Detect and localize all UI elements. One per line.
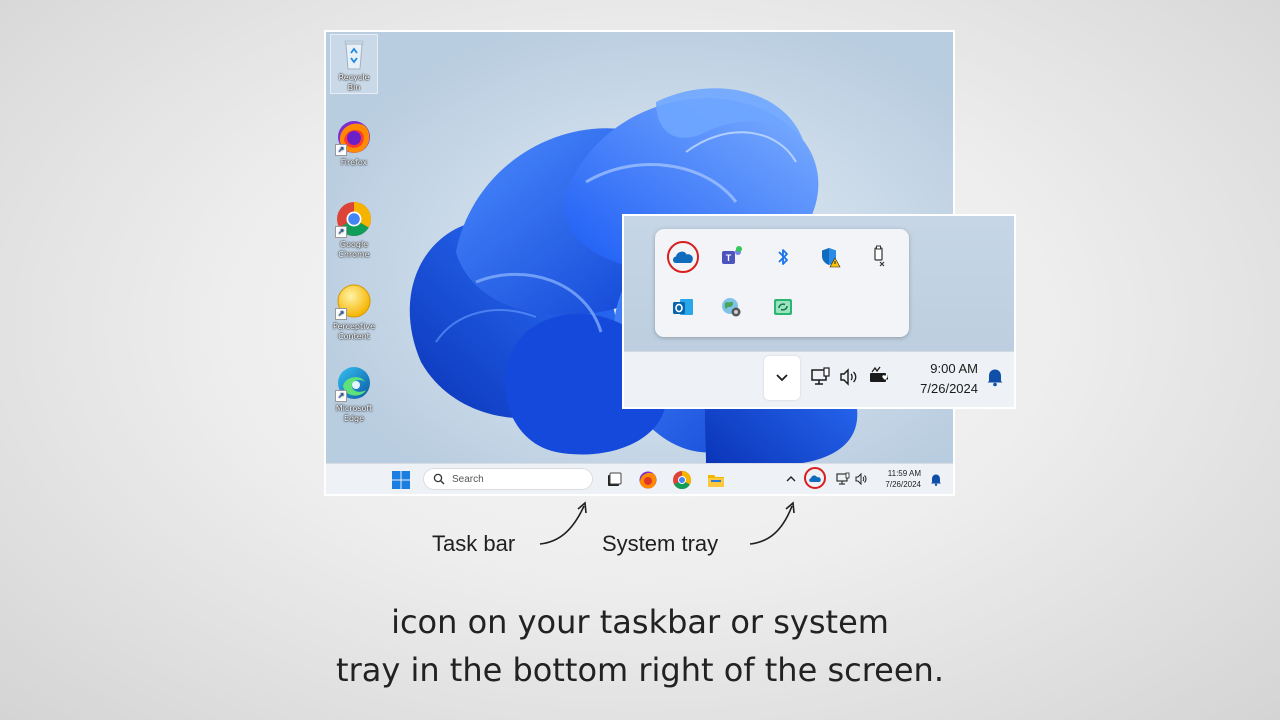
taskbar: Search 11:59 AM 7/26/2024 (326, 463, 953, 494)
notification-bell-icon[interactable] (986, 367, 1004, 387)
sync-icon[interactable] (771, 295, 795, 319)
taskbar-annotation-label: Task bar (432, 531, 516, 556)
desktop-icon-label: Microsoft Edge (335, 404, 373, 423)
volume-icon[interactable] (838, 367, 860, 387)
chrome-taskbar-icon[interactable] (672, 470, 692, 490)
taskbar-time: 11:59 AM (887, 469, 921, 478)
recycle-bin-icon (344, 40, 364, 70)
chevron-up-icon[interactable] (785, 473, 797, 485)
file-explorer-icon[interactable] (706, 470, 726, 490)
taskbar-search-input[interactable]: Search (423, 468, 593, 490)
teams-icon[interactable]: T (719, 245, 743, 269)
desktop-icon-recycle-bin[interactable]: Recycle Bin (330, 34, 378, 94)
bluetooth-icon[interactable] (771, 245, 795, 269)
subtitle-caption: icon on your taskbar or system tray in t… (0, 598, 1280, 694)
chevron-down-icon (776, 374, 788, 382)
desktop-icon-perceptive-content[interactable]: ↗ Perceptive Content (330, 282, 378, 342)
desktop-icon-label: Google Chrome (338, 240, 370, 259)
shortcut-arrow-icon: ↗ (335, 390, 347, 402)
outlook-icon[interactable] (671, 295, 695, 319)
notification-bell-icon[interactable] (930, 473, 942, 486)
taskbar-date: 7/26/2024 (885, 480, 921, 489)
taskbar-annotation-arrow-icon (539, 501, 587, 545)
network-icon[interactable] (810, 366, 832, 388)
tray-zoom-inset: T 9:00 AM 7/26/2024 (622, 214, 1016, 409)
caption-line-2: tray in the bottom right of the screen. (336, 651, 944, 689)
usb-eject-icon[interactable] (867, 245, 891, 269)
inset-date: 7/26/2024 (920, 381, 978, 396)
inset-time: 9:00 AM (930, 361, 978, 376)
svg-text:T: T (726, 253, 732, 263)
inset-clock[interactable]: 9:00 AM 7/26/2024 (920, 359, 978, 399)
hidden-icons-flyout: T (655, 229, 909, 337)
vpn-globe-icon[interactable] (719, 295, 743, 319)
taskbar-clock[interactable]: 11:59 AM 7/26/2024 (885, 468, 921, 490)
shortcut-arrow-icon: ↗ (335, 144, 347, 156)
search-icon (433, 473, 445, 485)
shortcut-arrow-icon: ↗ (335, 308, 347, 320)
caption-line-1: icon on your taskbar or system (391, 603, 889, 641)
inset-taskbar: 9:00 AM 7/26/2024 (624, 351, 1014, 407)
onedrive-cloud-icon[interactable] (808, 473, 822, 483)
firefox-taskbar-icon[interactable] (638, 470, 658, 490)
task-view-icon[interactable] (604, 470, 624, 490)
show-hidden-icons-button[interactable] (764, 356, 800, 400)
desktop-icon-label: Perceptive Content (333, 322, 375, 341)
system-tray-annotation-label: System tray (602, 531, 719, 556)
battery-power-icon[interactable] (868, 365, 892, 387)
volume-icon[interactable] (854, 472, 868, 486)
windows-start-icon[interactable] (392, 471, 410, 489)
desktop-icon-microsoft-edge[interactable]: ↗ Microsoft Edge (330, 364, 378, 424)
onedrive-cloud-icon[interactable] (671, 245, 695, 269)
windows-security-warning-icon[interactable] (819, 245, 843, 269)
desktop-icon-label: Recycle Bin (338, 73, 370, 92)
shortcut-arrow-icon: ↗ (335, 226, 347, 238)
search-placeholder: Search (452, 474, 484, 485)
desktop-icon-google-chrome[interactable]: ↗ Google Chrome (330, 200, 378, 260)
desktop-icon-label: Firefox (340, 158, 368, 167)
network-icon[interactable] (836, 472, 850, 486)
desktop-icon-firefox[interactable]: ↗ Firefox (330, 118, 378, 168)
system-tray-annotation-arrow-icon (749, 501, 795, 545)
